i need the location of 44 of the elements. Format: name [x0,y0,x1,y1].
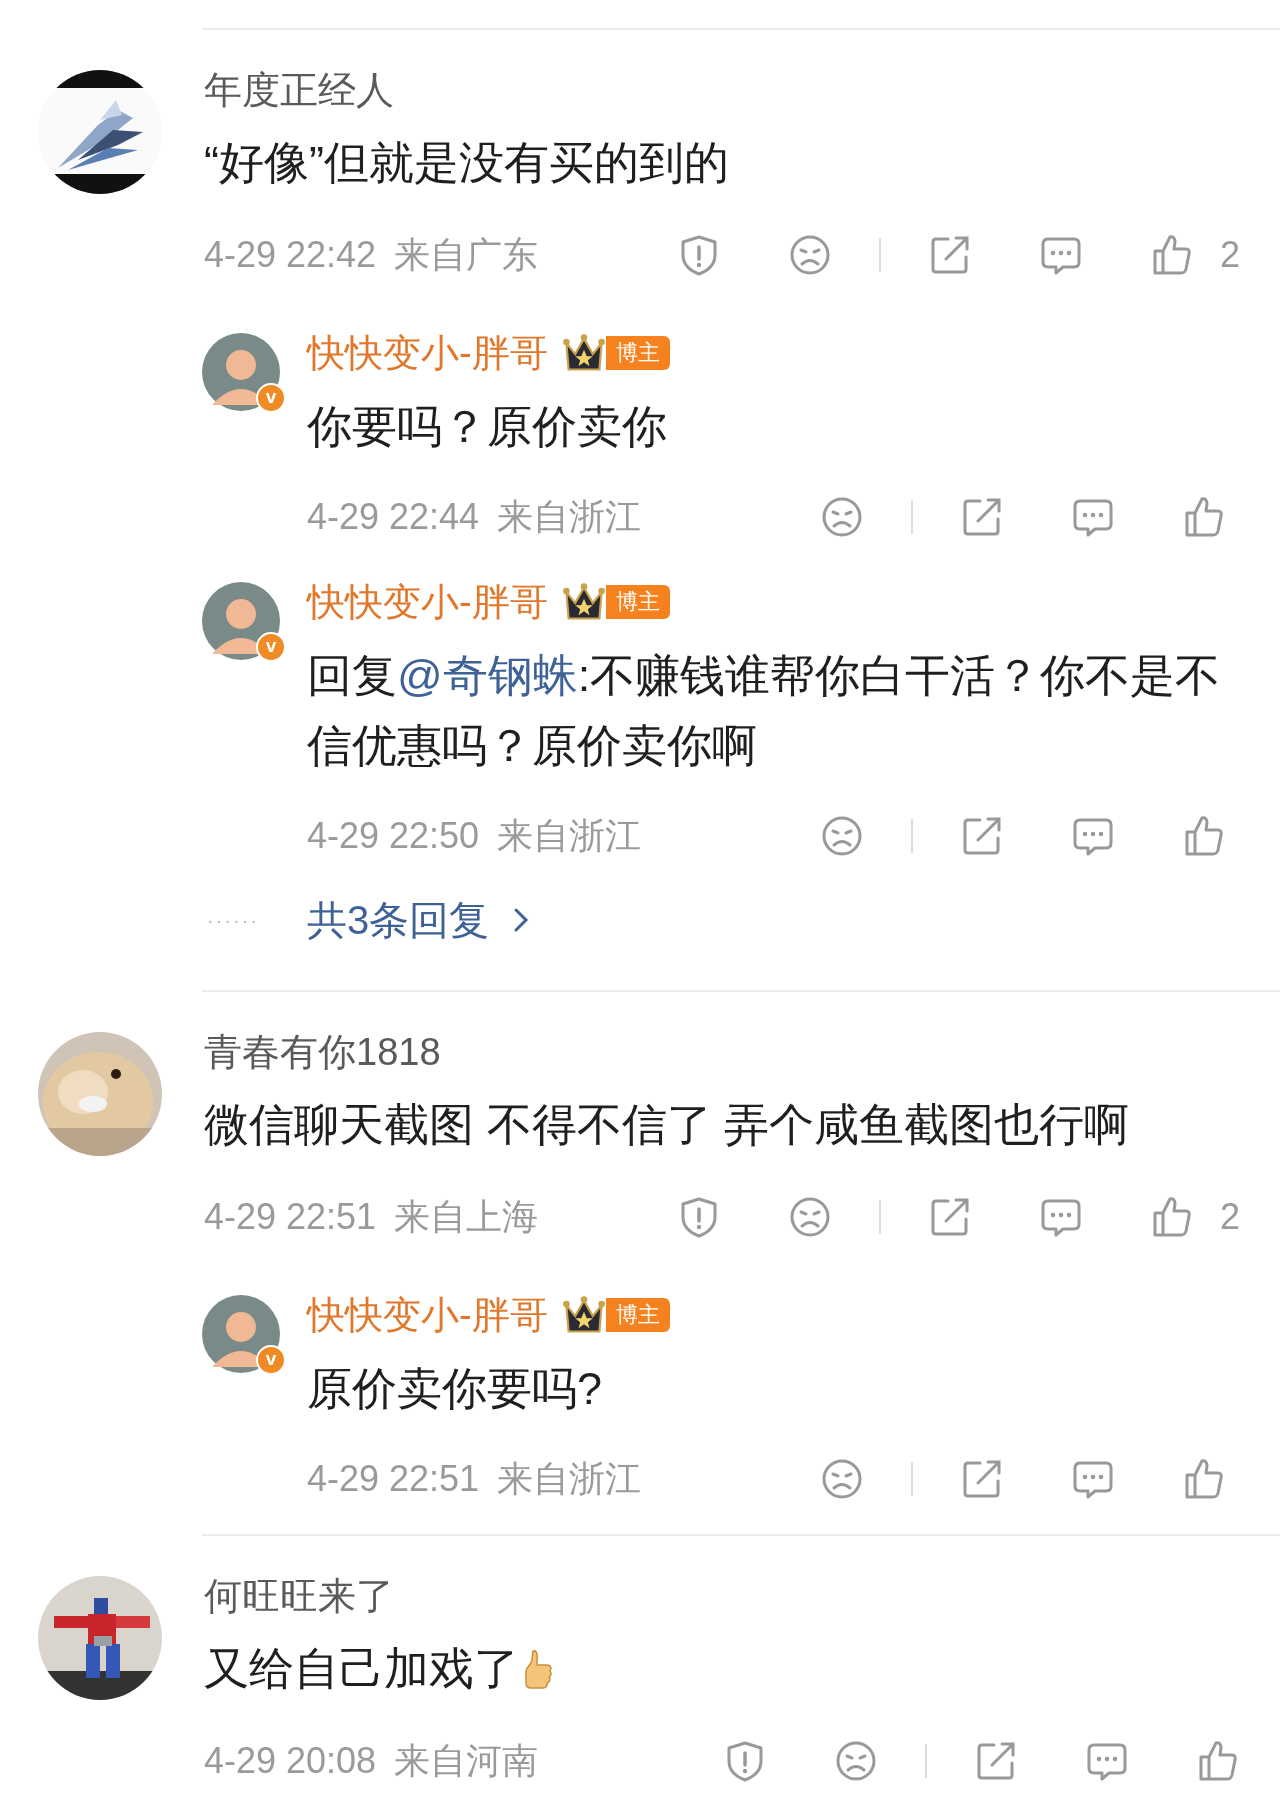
crown-icon [561,332,606,374]
crown-icon [561,581,606,623]
reply-location: 来自浙江 [497,1456,642,1501]
sad-face-icon[interactable] [820,1457,864,1501]
like-count: 2 [1219,234,1240,276]
chevron-right-icon[interactable] [513,907,530,933]
thumbs-up-icon [523,1649,553,1689]
comment-time: 4-29 20:08 [204,1740,377,1782]
reply-text: 回复@奇钢蛛:不赚钱谁帮你白干活？你不是不信优惠吗？原价卖你啊 [307,649,1222,773]
reply-text: 原价卖你要吗? [307,1362,604,1416]
comment-time: 4-29 22:51 [204,1196,377,1238]
comment-location: 来自上海 [394,1194,539,1239]
reply-time: 4-29 22:50 [307,815,480,857]
verified-badge: v [256,632,286,662]
verified-badge: v [256,383,286,413]
reply-location: 来自浙江 [497,494,642,539]
reply-location: 来自浙江 [497,813,642,858]
avatar-icon [202,333,280,411]
comment-location: 来自河南 [394,1738,539,1783]
like-count: 2 [1219,1196,1240,1238]
comment-text: 又给自己加戏了 [204,1642,519,1696]
verified-badge: v [256,1345,286,1375]
reply-time: 4-29 22:44 [307,496,480,538]
sad-face-icon[interactable] [834,1739,878,1783]
comment-text: “好像”但就是没有买的到的 [204,136,729,190]
avatar-icon [202,582,280,660]
avatar-icon [202,1295,280,1373]
sad-face-icon[interactable] [820,814,864,858]
comment-location: 来自广东 [394,232,539,277]
sad-face-icon[interactable] [820,495,864,539]
user-name[interactable]: 年度正经人 [204,70,1240,110]
crown-icon [561,1294,606,1336]
comment-time: 4-29 22:42 [204,234,377,276]
role-badge: 博主 [605,1298,670,1332]
mention-link[interactable]: @奇钢蛛 [397,650,578,701]
reply-time: 4-29 22:51 [307,1458,480,1500]
more-replies-link[interactable]: 共3条回复 [307,892,490,948]
role-badge: 博主 [605,585,670,619]
user-name[interactable]: 青春有你1818 [204,1032,1240,1072]
ellipsis: ······ [207,908,260,932]
comment-text: 微信聊天截图 不得不信了 弄个咸鱼截图也行啊 [204,1098,1129,1152]
role-badge: 博主 [605,336,670,370]
user-name[interactable]: 何旺旺来了 [204,1576,1240,1616]
reply-text: 你要吗？原价卖你 [307,400,668,454]
